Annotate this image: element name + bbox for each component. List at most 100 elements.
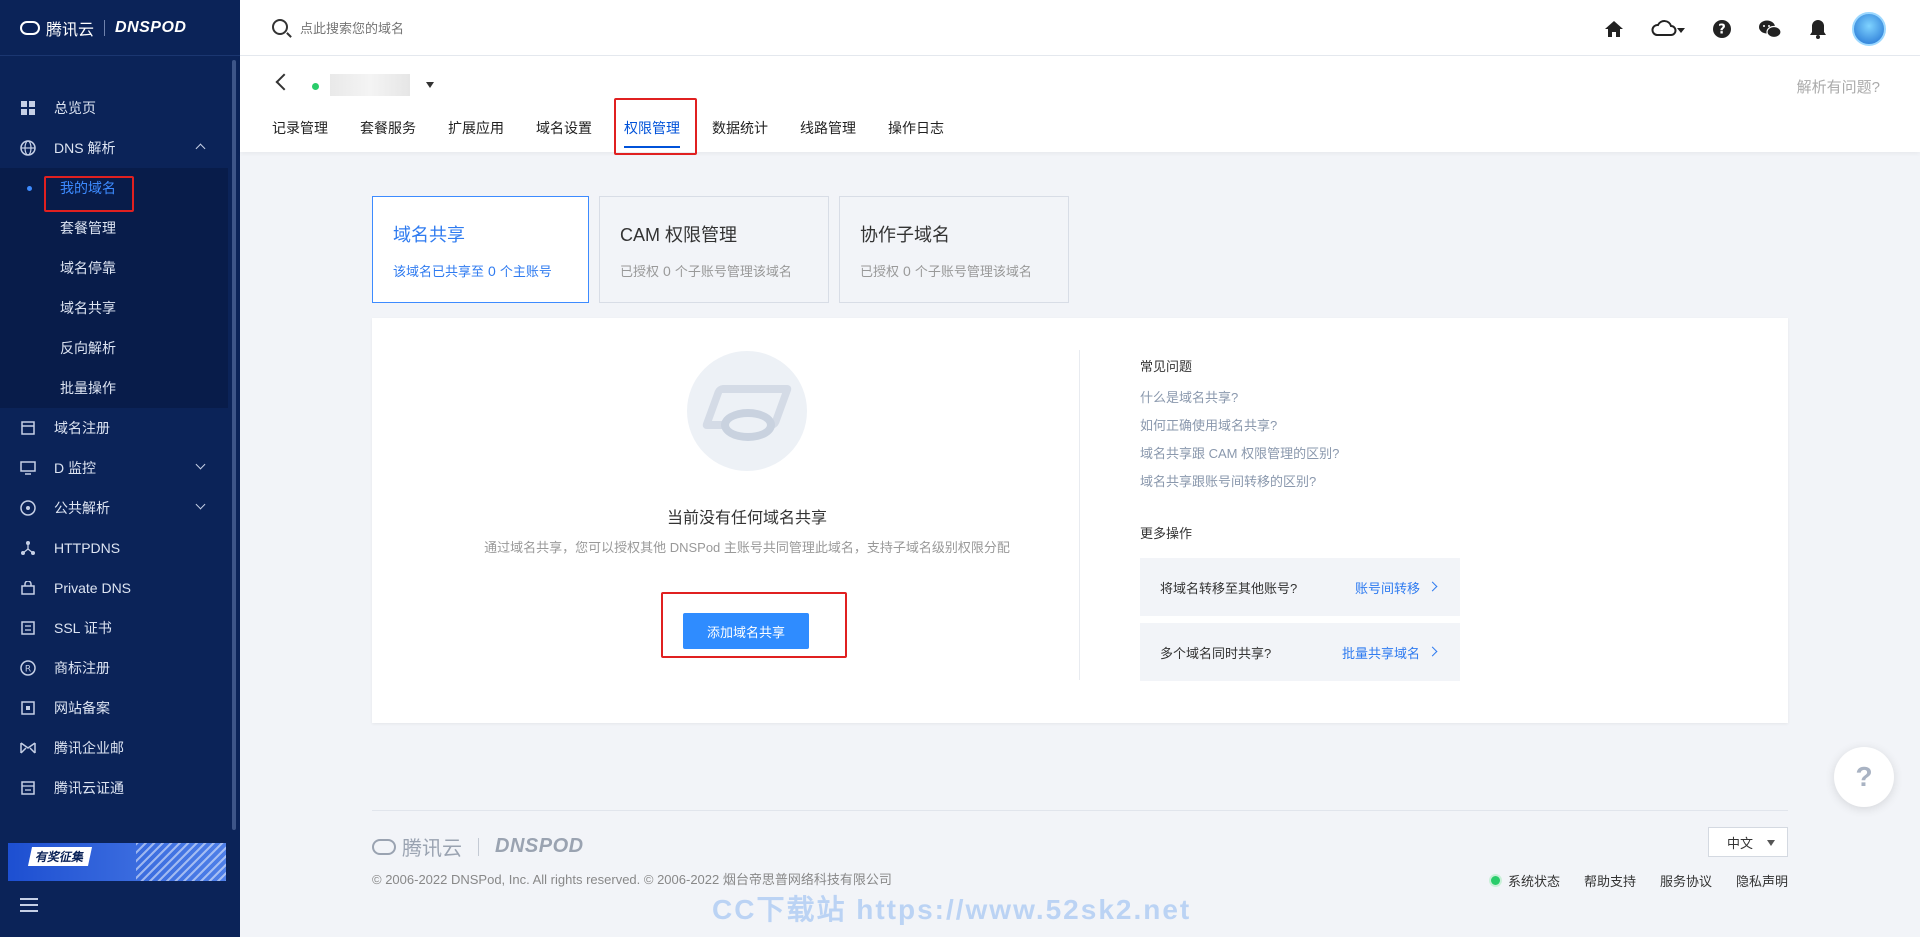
search-input[interactable]	[300, 16, 700, 40]
sidebar-item-label: 公共解析	[54, 500, 110, 516]
sidebar-subitem-packages[interactable]: 套餐管理	[0, 208, 228, 248]
card-cam-permissions[interactable]: CAM 权限管理 已授权 0 个子账号管理该域名	[599, 196, 829, 303]
bell-icon[interactable]	[1794, 13, 1842, 45]
mail-icon	[20, 740, 36, 756]
globe-icon	[20, 140, 36, 156]
sidebar-item-httpdns[interactable]: HTTPDNS	[0, 528, 228, 568]
sidebar-item-cert[interactable]: 腾讯云证通	[0, 768, 228, 808]
chevron-down-icon	[195, 499, 206, 510]
sidebar-item-private-dns[interactable]: Private DNS	[0, 568, 228, 608]
sidebar-item-label: DNS 解析	[54, 140, 116, 156]
sidebar-subitem-reverse[interactable]: 反向解析	[0, 328, 228, 368]
sidebar-item-trademark[interactable]: R 商标注册	[0, 648, 228, 688]
chevron-up-icon	[195, 143, 206, 154]
faq-link[interactable]: 域名共享跟 CAM 权限管理的区别?	[1140, 443, 1339, 462]
footer-links: 系统状态 帮助支持 服务协议 隐私声明	[1490, 871, 1788, 890]
promo-banner[interactable]: 有奖征集	[8, 843, 226, 881]
trademark-icon: R	[20, 660, 36, 676]
op-text: 多个域名同时共享?	[1160, 645, 1272, 661]
sidebar-subitem-sharing[interactable]: 域名共享	[0, 288, 228, 328]
svg-text:R: R	[25, 665, 31, 675]
sidebar-item-mail[interactable]: 腾讯企业邮	[0, 728, 228, 768]
sidebar-logo[interactable]: 腾讯云 DNSPOD	[0, 0, 240, 56]
chevron-down-icon	[195, 459, 206, 470]
language-select[interactable]: 中文	[1708, 827, 1788, 857]
sidebar-item-label: SSL 证书	[54, 620, 112, 636]
card-collab-subdomain[interactable]: 协作子域名 已授权 0 个子账号管理该域名	[839, 196, 1069, 303]
card-title: CAM 权限管理	[620, 225, 737, 245]
tencent-cloud-logo-icon	[20, 20, 40, 35]
tab-extensions[interactable]: 扩展应用	[448, 118, 504, 148]
dns-help-link[interactable]: 解析有问题?	[1797, 76, 1880, 97]
tab-statistics[interactable]: 数据统计	[712, 118, 768, 148]
footer-link-terms[interactable]: 服务协议	[1660, 871, 1712, 890]
language-value: 中文	[1727, 835, 1754, 851]
public-dns-icon	[20, 500, 36, 516]
sidebar: 腾讯云 DNSPOD 总览页 DNS 解析 我的域名 套餐管理 域名停靠 域名共…	[0, 0, 240, 937]
domain-status-dot	[312, 83, 319, 90]
sidebar-item-public-dns[interactable]: 公共解析	[0, 488, 228, 528]
user-avatar[interactable]	[1852, 12, 1886, 46]
faq-link[interactable]: 域名共享跟账号间转移的区别?	[1140, 471, 1339, 490]
sidebar-item-filing[interactable]: 网站备案	[0, 688, 228, 728]
svg-text:?: ?	[1718, 23, 1726, 38]
sidebar-item-label: 网站备案	[54, 700, 110, 716]
sidebar-item-dns[interactable]: DNS 解析	[0, 128, 228, 168]
card-domain-sharing[interactable]: 域名共享 该域名已共享至 0 个主账号	[372, 196, 589, 303]
op-transfer-account[interactable]: 将域名转移至其他账号? 账号间转移	[1140, 558, 1460, 616]
tab-packages[interactable]: 套餐服务	[360, 118, 416, 148]
copyright-text: © 2006-2022 DNSPod, Inc. All rights rese…	[372, 872, 892, 887]
sidebar-item-label: Private DNS	[54, 580, 132, 596]
sidebar-subitem-batch[interactable]: 批量操作	[0, 368, 228, 408]
home-icon[interactable]	[1590, 13, 1638, 45]
back-arrow-icon[interactable]	[275, 73, 293, 91]
sidebar-scrollbar[interactable]	[232, 60, 236, 830]
domain-name-redacted[interactable]	[330, 74, 410, 96]
menu-collapse-icon[interactable]	[20, 898, 38, 912]
wechat-icon[interactable]	[1746, 13, 1794, 45]
footer-link-status[interactable]: 系统状态	[1508, 871, 1560, 890]
more-actions-title: 更多操作	[1140, 526, 1193, 541]
logo-divider	[478, 837, 479, 856]
sidebar-item-domain-register[interactable]: 域名注册	[0, 408, 228, 448]
cloud-menu-icon[interactable]	[1638, 13, 1698, 45]
domain-header: 解析有问题? 记录管理 套餐服务 扩展应用 域名设置 权限管理 数据统计 线路管…	[240, 56, 1920, 152]
empty-state-illustration-icon	[687, 351, 807, 471]
tab-logs[interactable]: 操作日志	[888, 118, 944, 148]
op-batch-share[interactable]: 多个域名同时共享? 批量共享域名	[1140, 623, 1460, 681]
sidebar-subitem-label: 套餐管理	[60, 220, 116, 236]
sidebar-item-ssl[interactable]: SSL 证书	[0, 608, 228, 648]
footer-link-privacy[interactable]: 隐私声明	[1736, 871, 1788, 890]
sidebar-item-overview[interactable]: 总览页	[0, 88, 228, 128]
sidebar-item-label: 腾讯企业邮	[54, 740, 124, 756]
card-subtitle-pre: 已授权	[860, 264, 900, 279]
card-count: 0	[903, 263, 911, 279]
sidebar-subitem-label: 批量操作	[60, 380, 116, 396]
system-status-dot	[1490, 876, 1500, 885]
grid-icon	[20, 100, 36, 116]
sidebar-subitem-label: 反向解析	[60, 340, 116, 356]
op-link[interactable]: 账号间转移	[1355, 578, 1420, 597]
tab-domain-settings[interactable]: 域名设置	[536, 118, 592, 148]
footer-logo: 腾讯云 DNSPOD	[372, 832, 584, 861]
sidebar-item-d-monitor[interactable]: D 监控	[0, 448, 228, 488]
search-icon	[272, 19, 288, 35]
faq-link[interactable]: 如何正确使用域名共享?	[1140, 415, 1339, 434]
faq-link[interactable]: 什么是域名共享?	[1140, 387, 1339, 406]
op-link[interactable]: 批量共享域名	[1342, 643, 1420, 662]
highlight-box	[614, 98, 697, 155]
tab-lines[interactable]: 线路管理	[800, 118, 856, 148]
caret-down-icon[interactable]	[426, 82, 434, 88]
faq-section: 常见问题 什么是域名共享? 如何正确使用域名共享? 域名共享跟 CAM 权限管理…	[1140, 356, 1339, 499]
highlight-box	[44, 176, 134, 212]
floating-help-button[interactable]: ?	[1834, 747, 1894, 807]
chevron-right-icon	[1427, 581, 1438, 592]
tab-records[interactable]: 记录管理	[272, 118, 328, 148]
sidebar-subitem-parking[interactable]: 域名停靠	[0, 248, 228, 288]
filing-icon	[20, 700, 36, 716]
help-icon[interactable]: ?	[1698, 13, 1746, 45]
footer-divider	[372, 810, 1788, 811]
sidebar-item-label: 腾讯云证通	[54, 780, 124, 796]
card-subtitle-post: 个主账号	[499, 264, 552, 279]
footer-link-support[interactable]: 帮助支持	[1584, 871, 1636, 890]
